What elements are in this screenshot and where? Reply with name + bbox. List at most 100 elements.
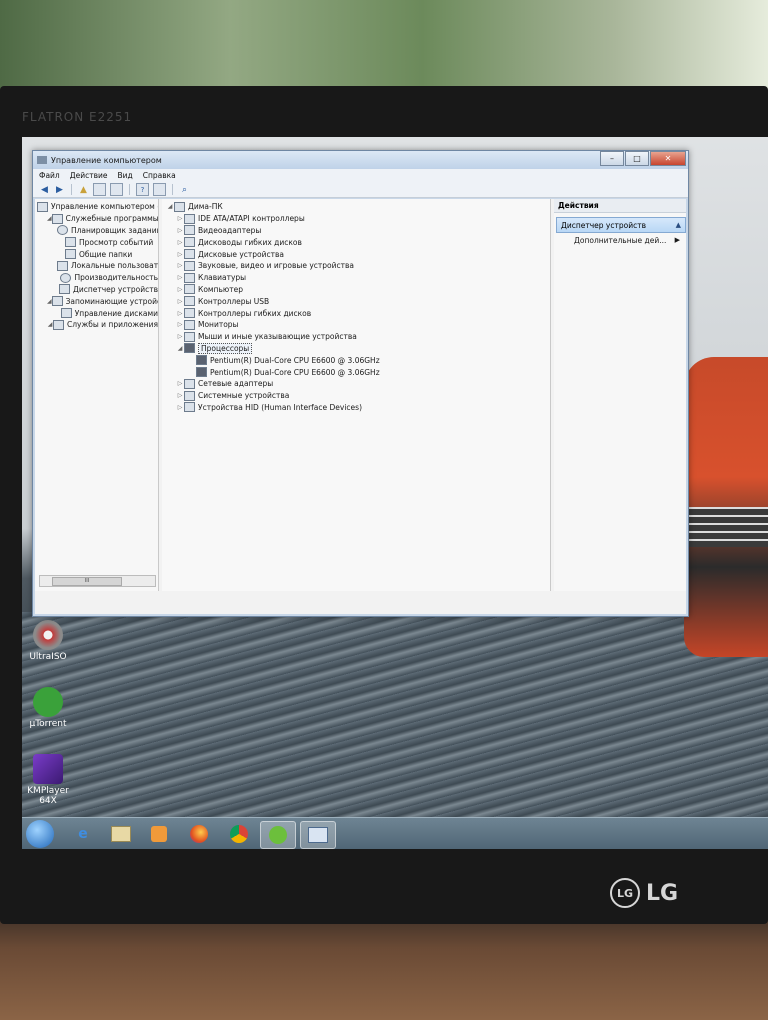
expand-arrow-icon[interactable]: ▷ <box>176 310 184 317</box>
actions-device-manager[interactable]: Диспетчер устройств ▲ <box>556 217 686 233</box>
device-category[interactable]: ▷ Клавиатуры <box>166 272 550 284</box>
collapse-arrow-icon[interactable]: ◢ <box>176 345 184 352</box>
device-category[interactable]: ◢ Процессоры <box>166 342 550 355</box>
navigation-tree-item[interactable]: Производительность <box>35 272 158 284</box>
expand-arrow-icon[interactable]: ▷ <box>176 251 184 258</box>
desktop-icon-ultraiso[interactable]: UltraISO <box>22 620 78 662</box>
up-folder-icon[interactable]: ▲ <box>78 184 89 195</box>
device-category[interactable]: ▷ Дисководы гибких дисков <box>166 236 550 248</box>
device-category-icon <box>184 378 195 389</box>
device-category[interactable]: ▷ Контроллеры USB <box>166 295 550 307</box>
expand-arrow-icon[interactable]: ▷ <box>176 274 184 281</box>
device-category[interactable]: ▷ IDE ATA/ATAPI контроллеры <box>166 213 550 225</box>
actions-pane: Действия Диспетчер устройств ▲ Дополните… <box>554 199 686 591</box>
device-category-label: Контроллеры USB <box>198 296 270 306</box>
internet-explorer-icon[interactable]: e <box>66 821 100 847</box>
minimize-button[interactable]: – <box>600 151 624 166</box>
toolbar-separator <box>172 184 173 195</box>
tree-node-icon <box>51 213 63 224</box>
start-button[interactable] <box>26 820 54 848</box>
navigation-tree-item[interactable]: Локальные пользовате <box>35 260 158 272</box>
device-category-label: IDE ATA/ATAPI контроллеры <box>198 214 305 224</box>
device-tree-root[interactable]: ◢ Дима-ПК <box>166 201 550 213</box>
computer-management-taskbar-icon[interactable] <box>300 821 336 849</box>
desktop-icon-kmplayer[interactable]: KMPlayer 64X <box>22 754 78 806</box>
device-category-label: Системные устройства <box>198 391 290 401</box>
toolbar-separator <box>71 184 72 195</box>
device-category[interactable]: ▷ Видеоадаптеры <box>166 225 550 237</box>
device-category[interactable]: ▷ Контроллеры гибких дисков <box>166 307 550 319</box>
expand-arrow-icon[interactable]: ▷ <box>176 215 184 222</box>
device-category[interactable]: ▷ Дисковые устройства <box>166 248 550 260</box>
expand-arrow-icon[interactable]: ▷ <box>176 239 184 246</box>
navigation-tree-item[interactable]: Управление дисками <box>35 307 158 319</box>
expand-arrow-icon[interactable]: ▷ <box>176 286 184 293</box>
tree-node-icon <box>65 249 76 260</box>
menu-file[interactable]: Файл <box>39 171 60 180</box>
help-icon[interactable]: ? <box>136 183 149 196</box>
processor-item[interactable]: Pentium(R) Dual-Core CPU E6600 @ 3.06GHz <box>166 366 550 378</box>
desktop-icon-label: µTorrent <box>29 719 67 729</box>
device-category-icon <box>184 260 195 271</box>
collapse-chevron-icon[interactable]: ▲ <box>676 221 681 229</box>
navigation-tree-item[interactable]: Управление компьютером (л <box>35 201 158 213</box>
tree-node-icon <box>65 237 76 248</box>
window-titlebar[interactable]: Управление компьютером – □ ✕ <box>33 151 688 169</box>
menu-help[interactable]: Справка <box>143 171 176 180</box>
file-explorer-icon[interactable] <box>104 821 138 847</box>
navigation-tree-label: Просмотр событий <box>79 237 154 247</box>
device-category[interactable]: ▷ Системные устройства <box>166 390 550 402</box>
expand-arrow-icon[interactable]: ▷ <box>176 404 184 411</box>
device-category[interactable]: ▷ Мониторы <box>166 319 550 331</box>
device-category[interactable]: ▷ Компьютер <box>166 284 550 296</box>
horizontal-scrollbar[interactable]: III <box>39 575 156 587</box>
navigation-tree-item[interactable]: Общие папки <box>35 248 158 260</box>
navigation-tree-label: Общие папки <box>79 249 133 259</box>
navigation-tree-item[interactable]: ◢ Службы и приложения <box>35 319 158 331</box>
scrollbar-thumb[interactable]: III <box>52 577 122 586</box>
scan-hardware-icon[interactable]: ⌕ <box>179 184 190 195</box>
menu-action[interactable]: Действие <box>70 171 108 180</box>
kmplayer-icon <box>33 754 63 784</box>
maximize-button[interactable]: □ <box>625 151 649 166</box>
navigation-tree-item[interactable]: ◢ Служебные программы <box>35 213 158 225</box>
expand-arrow-icon[interactable]: ▷ <box>176 298 184 305</box>
navigation-tree-item[interactable]: Просмотр событий <box>35 236 158 248</box>
expand-arrow-icon[interactable]: ▷ <box>176 227 184 234</box>
device-category[interactable]: ▷ Сетевые адаптеры <box>166 378 550 390</box>
chrome-icon[interactable] <box>222 821 256 847</box>
navigation-tree-item[interactable]: Диспетчер устройств <box>35 284 158 296</box>
media-player-icon[interactable] <box>142 821 176 847</box>
firefox-icon[interactable] <box>182 821 216 847</box>
device-category-icon <box>184 308 195 319</box>
menu-view[interactable]: Вид <box>117 171 132 180</box>
expand-arrow-icon[interactable]: ▷ <box>176 262 184 269</box>
device-category[interactable]: ▷ Звуковые, видео и игровые устройства <box>166 260 550 272</box>
device-category-icon <box>184 402 195 413</box>
desktop-icon-utorrent[interactable]: µTorrent <box>22 687 78 729</box>
expand-arrow-icon[interactable]: ▷ <box>176 380 184 387</box>
device-category-icon <box>184 296 195 307</box>
expand-arrow-icon[interactable]: ▷ <box>176 392 184 399</box>
navigation-tree: Управление компьютером (л ◢ Служебные прог… <box>35 199 158 331</box>
back-arrow-icon[interactable]: ◀ <box>39 184 50 195</box>
navigation-tree-label: Службы и приложения <box>67 320 158 330</box>
wallpaper-sea <box>22 612 768 822</box>
actions-more[interactable]: Дополнительные дей... ▶ <box>554 236 686 248</box>
expand-arrow-icon[interactable]: ▷ <box>176 333 184 340</box>
show-hide-tree-icon[interactable] <box>93 183 106 196</box>
utorrent-taskbar-icon[interactable] <box>260 821 296 849</box>
close-button[interactable]: ✕ <box>650 151 686 166</box>
collapse-arrow-icon[interactable]: ◢ <box>166 203 174 210</box>
processor-item[interactable]: Pentium(R) Dual-Core CPU E6600 @ 3.06GHz <box>166 354 550 366</box>
properties-icon[interactable] <box>110 183 123 196</box>
taskbar: e <box>22 817 768 849</box>
expand-arrow-icon[interactable]: ▷ <box>176 321 184 328</box>
device-category[interactable]: ▷ Устройства HID (Human Interface Devices… <box>166 402 550 414</box>
navigation-tree-item[interactable]: Планировщик заданий <box>35 225 158 237</box>
forward-arrow-icon[interactable]: ▶ <box>54 184 65 195</box>
tree-node-icon <box>57 260 68 271</box>
device-category[interactable]: ▷ Мыши и иные указывающие устройства <box>166 331 550 343</box>
device-view-icon[interactable] <box>153 183 166 196</box>
navigation-tree-item[interactable]: ◢Запоминающие устройств <box>35 295 158 307</box>
